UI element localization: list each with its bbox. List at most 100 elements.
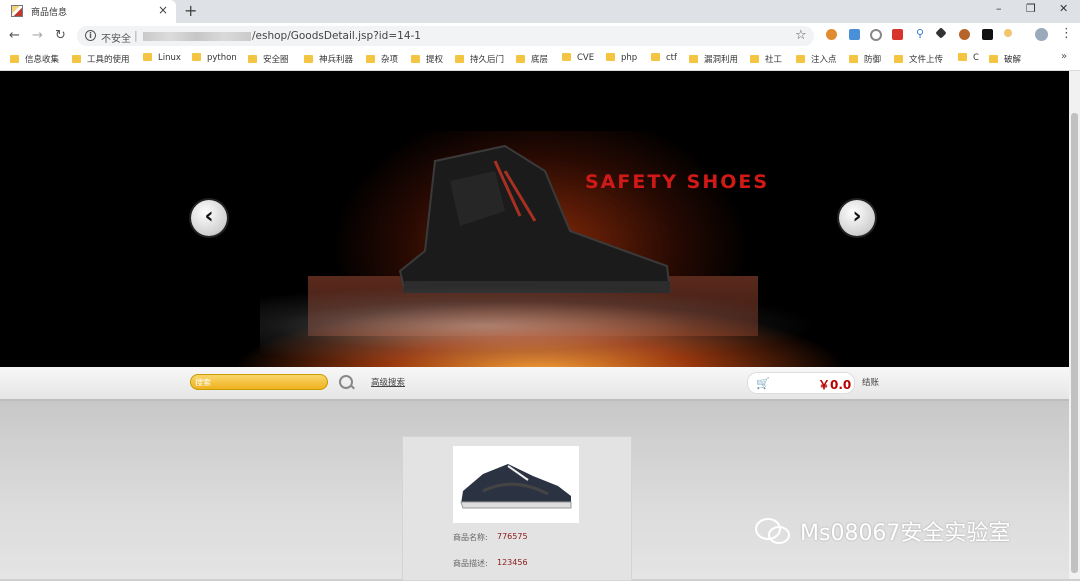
bookmark-item[interactable]: 注入点 [796, 53, 837, 65]
folder-icon [455, 55, 464, 63]
flask-extension-icon[interactable] [1004, 29, 1012, 37]
folder-icon [192, 53, 201, 61]
bookmark-star-icon[interactable]: ☆ [795, 28, 807, 43]
carousel-next-button[interactable]: › [839, 200, 875, 236]
bookmarks-overflow-icon[interactable]: » [1061, 51, 1067, 62]
translate-extension-icon[interactable] [849, 29, 860, 40]
browser-tab[interactable]: 商品信息 × [0, 0, 176, 23]
new-tab-button[interactable]: + [184, 1, 197, 20]
security-label: 不安全 [101, 34, 131, 45]
fe-extension-icon[interactable] [892, 29, 903, 40]
folder-icon [958, 53, 967, 61]
cookie-extension-icon[interactable] [826, 29, 837, 40]
h-extension-icon[interactable] [982, 29, 993, 40]
bookmark-item[interactable]: 信息收集 [10, 53, 59, 65]
bookmark-label: python [207, 53, 237, 63]
cart-amount: ￥0.0 [818, 378, 852, 392]
bookmark-label: 注入点 [811, 55, 837, 65]
bookmark-item[interactable]: 社工 [750, 53, 782, 65]
search-input[interactable]: 搜索 [190, 374, 328, 390]
info-icon[interactable]: i [85, 30, 96, 41]
folder-icon [750, 55, 759, 63]
maximize-button[interactable]: ❐ [1026, 2, 1036, 15]
product-image[interactable] [453, 446, 579, 523]
favicon-icon [11, 5, 23, 17]
bookmark-item[interactable]: 提权 [411, 53, 443, 65]
location-extension-icon[interactable]: ⚲ [916, 28, 927, 40]
bookmark-label: C [973, 53, 979, 63]
folder-icon [304, 55, 313, 63]
banner-smoke [260, 286, 820, 366]
product-desc-value: 123456 [497, 558, 528, 567]
cart-widget[interactable]: 🛒 ￥0.0 [747, 372, 855, 394]
folder-icon [989, 55, 998, 63]
bookmark-item[interactable]: 工具的使用 [72, 53, 130, 65]
tab-close-icon[interactable]: × [158, 3, 168, 17]
reload-icon[interactable]: ↻ [55, 28, 66, 43]
bookmark-item[interactable]: ctf [651, 53, 677, 63]
bookmark-item[interactable]: 底层 [516, 53, 548, 65]
minimize-button[interactable]: – [996, 2, 1002, 15]
bookmark-label: 安全圈 [263, 55, 289, 65]
folder-icon [894, 55, 903, 63]
bookmark-item[interactable]: 杂项 [366, 53, 398, 65]
advanced-search-link[interactable]: 高级搜索 [371, 376, 405, 388]
folder-icon [516, 55, 525, 63]
bookmark-label: 杂项 [381, 55, 399, 65]
bookmark-item[interactable]: 持久后门 [455, 53, 504, 65]
folder-icon [849, 55, 858, 63]
folder-icon [562, 53, 571, 61]
folder-icon [689, 55, 698, 63]
diamond-extension-icon[interactable] [935, 27, 947, 39]
fox-extension-icon[interactable] [959, 29, 970, 40]
menu-icon[interactable]: ⋮ [1060, 26, 1073, 41]
sneaker-icon [460, 464, 572, 509]
bookmark-item[interactable]: 神兵利器 [304, 53, 353, 65]
bookmark-label: 底层 [531, 55, 549, 65]
address-separator: | [134, 29, 138, 42]
bookmark-item[interactable]: 破解 [989, 53, 1021, 65]
bookmark-item[interactable]: 漏洞利用 [689, 53, 738, 65]
checkout-link[interactable]: 结账 [862, 376, 879, 388]
proxy-extension-icon[interactable] [870, 29, 882, 41]
bookmark-item[interactable]: Linux [143, 53, 181, 63]
profile-avatar[interactable] [1035, 28, 1048, 41]
search-bar: 搜索 高级搜索 🛒 ￥0.0 结账 [0, 367, 1069, 401]
bookmark-item[interactable]: python [192, 53, 237, 63]
bookmark-item[interactable]: 安全圈 [248, 53, 289, 65]
folder-icon [796, 55, 805, 63]
back-icon[interactable]: ← [9, 28, 20, 43]
folder-icon [411, 55, 420, 63]
bookmark-label: 持久后门 [470, 55, 505, 65]
tab-title: 商品信息 [31, 8, 68, 18]
search-icon[interactable] [339, 375, 353, 389]
product-name-value: 776575 [497, 532, 528, 541]
hero-banner: SAFETY SHOES ‹ › [0, 71, 1069, 367]
wechat-icon [755, 518, 790, 544]
folder-icon [606, 53, 615, 61]
bookmark-item[interactable]: 防御 [849, 53, 881, 65]
cart-icon: 🛒 [756, 377, 770, 390]
product-name-label: 商品名称: [453, 533, 488, 542]
banner-headline: SAFETY SHOES [585, 171, 770, 193]
close-window-button[interactable]: ✕ [1059, 2, 1068, 15]
url-text[interactable]: /eshop/GoodsDetail.jsp?id=14-1 [252, 30, 421, 42]
scrollbar-thumb[interactable] [1071, 113, 1078, 573]
bookmark-label: 漏洞利用 [704, 55, 739, 65]
bookmark-label: 防御 [864, 55, 882, 65]
folder-icon [72, 55, 81, 63]
folder-icon [248, 55, 257, 63]
bookmark-label: php [621, 53, 638, 63]
bookmark-label: CVE [577, 53, 595, 63]
bookmark-item[interactable]: 文件上传 [894, 53, 943, 65]
address-bar[interactable]: i 不安全 | /eshop/GoodsDetail.jsp?id=14-1 ☆ [77, 26, 814, 46]
forward-icon[interactable]: → [32, 28, 43, 43]
carousel-prev-button[interactable]: ‹ [191, 200, 227, 236]
bookmark-item[interactable]: php [606, 53, 637, 63]
tab-strip: 商品信息 × + – ❐ ✕ [0, 0, 1080, 23]
bookmark-label: 提权 [426, 55, 444, 65]
bookmark-item[interactable]: C [958, 53, 979, 63]
bookmark-item[interactable]: CVE [562, 53, 594, 63]
bookmark-label: ctf [666, 53, 677, 63]
watermark-text: Ms08067安全实验室 [800, 521, 1011, 546]
